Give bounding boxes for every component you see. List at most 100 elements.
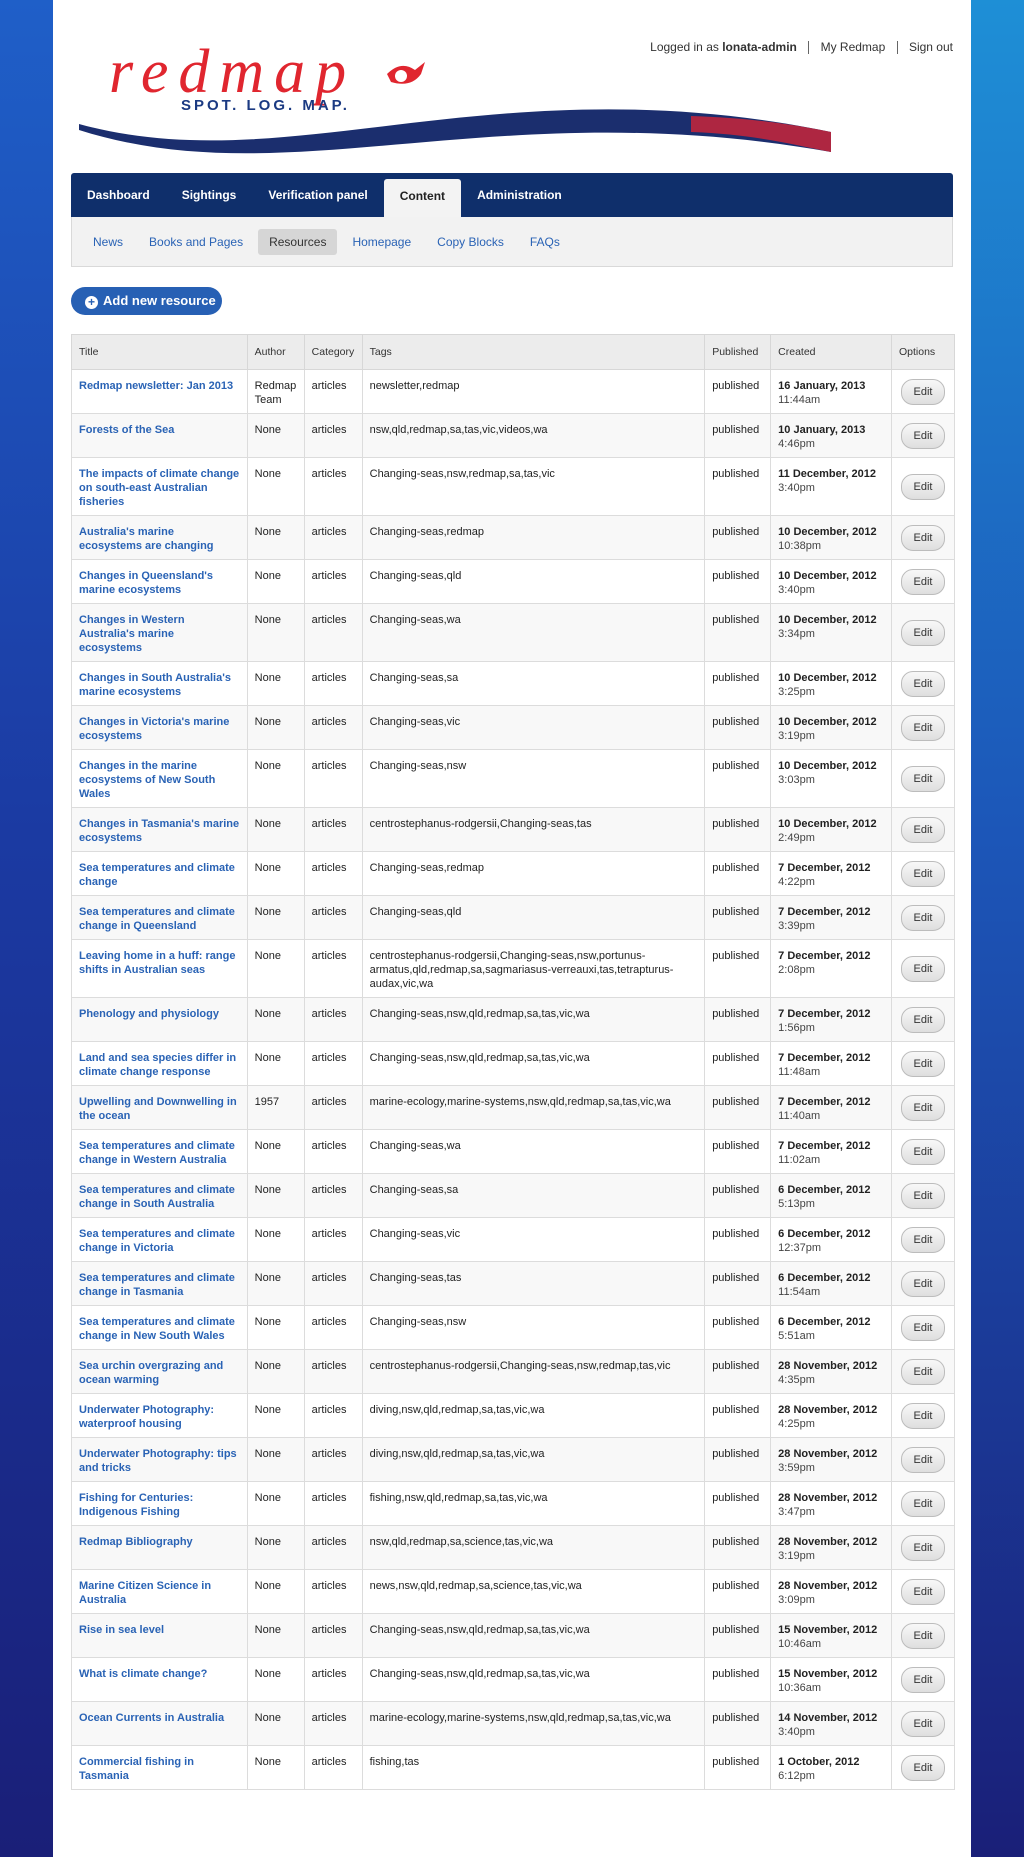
resource-title-link[interactable]: Phenology and physiology <box>79 1008 219 1020</box>
resource-title-link[interactable]: Redmap newsletter: Jan 2013 <box>79 380 233 392</box>
sign-out-link[interactable]: Sign out <box>909 40 953 54</box>
cell-author: None <box>246 559 305 604</box>
cell-category: articles <box>303 1041 363 1086</box>
resource-title-link[interactable]: Sea temperatures and climate change in N… <box>79 1316 235 1342</box>
edit-button[interactable]: Edit <box>900 1578 945 1605</box>
edit-button[interactable]: Edit <box>900 568 945 595</box>
edit-button[interactable]: Edit <box>900 473 945 500</box>
edit-button[interactable]: Edit <box>900 1226 945 1253</box>
resource-title-link[interactable]: Ocean Currents in Australia <box>79 1712 224 1724</box>
resource-title-link[interactable]: Changes in the marine ecosystems of New … <box>79 760 215 800</box>
edit-button[interactable]: Edit <box>900 1050 945 1077</box>
cell-author: None <box>246 997 305 1042</box>
resource-title-link[interactable]: Commercial fishing in Tasmania <box>79 1756 194 1782</box>
resource-title-link[interactable]: Rise in sea level <box>79 1624 164 1636</box>
edit-button[interactable]: Edit <box>900 860 945 887</box>
add-new-resource-button[interactable]: + Add new resource <box>71 287 222 315</box>
subnav-homepage[interactable]: Homepage <box>341 229 422 255</box>
column-header-tags[interactable]: Tags <box>361 334 706 370</box>
edit-button[interactable]: Edit <box>900 765 945 792</box>
subnav-books-and-pages[interactable]: Books and Pages <box>138 229 254 255</box>
subnav-news[interactable]: News <box>82 229 134 255</box>
edit-button[interactable]: Edit <box>900 1534 945 1561</box>
edit-button[interactable]: Edit <box>900 1314 945 1341</box>
edit-button[interactable]: Edit <box>900 1138 945 1165</box>
edit-button[interactable]: Edit <box>900 904 945 931</box>
table-row: Forests of the Sea None articles nsw,qld,re… <box>71 413 956 458</box>
edit-button[interactable]: Edit <box>900 1710 945 1737</box>
resource-title-link[interactable]: Changes in Western Australia's marine ec… <box>79 614 185 654</box>
nav-sightings[interactable]: Sightings <box>166 173 253 217</box>
edit-button[interactable]: Edit <box>900 1754 945 1781</box>
resource-title-link[interactable]: What is climate change? <box>79 1668 207 1680</box>
resource-title-link[interactable]: Leaving home in a huff: range shifts in … <box>79 950 235 976</box>
cell-category: articles <box>303 515 363 560</box>
resource-title-link[interactable]: Australia's marine ecosystems are changi… <box>79 526 214 552</box>
edit-button[interactable]: Edit <box>900 714 945 741</box>
resource-title-link[interactable]: Sea urchin overgrazing and ocean warming <box>79 1360 223 1386</box>
column-header-author[interactable]: Author <box>246 334 305 370</box>
cell-published: published <box>704 457 772 516</box>
resource-title-link[interactable]: Sea temperatures and climate change in V… <box>79 1228 235 1254</box>
edit-button[interactable]: Edit <box>900 1666 945 1693</box>
edit-button[interactable]: Edit <box>900 378 945 405</box>
edit-button[interactable]: Edit <box>900 1358 945 1385</box>
resource-title-link[interactable]: Marine Citizen Science in Australia <box>79 1580 211 1606</box>
resource-title-link[interactable]: Changes in Tasmania's marine ecosystems <box>79 818 239 844</box>
resource-title-link[interactable]: Upwelling and Downwelling in the ocean <box>79 1096 237 1122</box>
resource-title-link[interactable]: Sea temperatures and climate change in W… <box>79 1140 235 1166</box>
resource-title-link[interactable]: Redmap Bibliography <box>79 1536 193 1548</box>
nav-content[interactable]: Content <box>383 179 462 217</box>
edit-button[interactable]: Edit <box>900 1446 945 1473</box>
column-header-category[interactable]: Category <box>303 334 363 370</box>
main-nav: Dashboard Sightings Verification panel C… <box>71 173 953 217</box>
resource-title-link[interactable]: Sea temperatures and climate change in S… <box>79 1184 235 1210</box>
column-header-created[interactable]: Created <box>770 334 892 370</box>
edit-button[interactable]: Edit <box>900 1270 945 1297</box>
table-row: What is climate change? None articles Chang… <box>71 1657 956 1702</box>
resource-title-link[interactable]: Sea temperatures and climate change in T… <box>79 1272 235 1298</box>
resource-title-link[interactable]: The impacts of climate change on south-e… <box>79 468 239 508</box>
column-header-title[interactable]: Title <box>71 334 248 370</box>
subnav-faqs[interactable]: FAQs <box>519 229 571 255</box>
nav-verification-panel[interactable]: Verification panel <box>252 173 383 217</box>
subnav-resources[interactable]: Resources <box>258 229 338 255</box>
column-header-published[interactable]: Published <box>704 334 772 370</box>
edit-button[interactable]: Edit <box>900 619 945 646</box>
resource-title-link[interactable]: Changes in South Australia's marine ecos… <box>79 672 231 698</box>
cell-created: 10 December, 2012 3:25pm <box>770 661 892 706</box>
edit-button[interactable]: Edit <box>900 1622 945 1649</box>
nav-dashboard[interactable]: Dashboard <box>71 173 166 217</box>
my-redmap-link[interactable]: My Redmap <box>821 40 886 54</box>
resource-title-link[interactable]: Changes in Queensland's marine ecosystem… <box>79 570 213 596</box>
cell-author: None <box>246 457 305 516</box>
created-time: 10:46am <box>778 1638 821 1650</box>
resource-title-link[interactable]: Sea temperatures and climate change in Q… <box>79 906 235 932</box>
nav-administration[interactable]: Administration <box>461 173 578 217</box>
created-time: 5:51am <box>778 1330 815 1342</box>
edit-button[interactable]: Edit <box>900 524 945 551</box>
edit-button[interactable]: Edit <box>900 1094 945 1121</box>
resource-title-link[interactable]: Underwater Photography: waterproof housi… <box>79 1404 214 1430</box>
table-row: Changes in Victoria's marine ecosystems N… <box>71 705 956 750</box>
subnav-copy-blocks[interactable]: Copy Blocks <box>426 229 515 255</box>
cell-author: None <box>246 851 305 896</box>
edit-button[interactable]: Edit <box>900 1006 945 1033</box>
resource-title-link[interactable]: Land and sea species differ in climate c… <box>79 1052 236 1078</box>
scrollbar[interactable] <box>962 1283 968 1823</box>
edit-button[interactable]: Edit <box>900 1490 945 1517</box>
edit-button[interactable]: Edit <box>900 816 945 843</box>
created-date: 10 December, 2012 <box>778 716 877 728</box>
edit-button[interactable]: Edit <box>900 1402 945 1429</box>
resource-title-link[interactable]: Forests of the Sea <box>79 424 174 436</box>
edit-button[interactable]: Edit <box>900 422 945 449</box>
cell-created: 10 December, 2012 3:03pm <box>770 749 892 808</box>
resource-title-link[interactable]: Fishing for Centuries: Indigenous Fishin… <box>79 1492 193 1518</box>
resource-title-link[interactable]: Sea temperatures and climate change <box>79 862 235 888</box>
cell-tags: Changing-seas,nsw,redmap,sa,tas,vic <box>361 457 706 516</box>
resource-title-link[interactable]: Changes in Victoria's marine ecosystems <box>79 716 229 742</box>
resource-title-link[interactable]: Underwater Photography: tips and tricks <box>79 1448 237 1474</box>
edit-button[interactable]: Edit <box>900 670 945 697</box>
edit-button[interactable]: Edit <box>900 1182 945 1209</box>
edit-button[interactable]: Edit <box>900 955 945 982</box>
